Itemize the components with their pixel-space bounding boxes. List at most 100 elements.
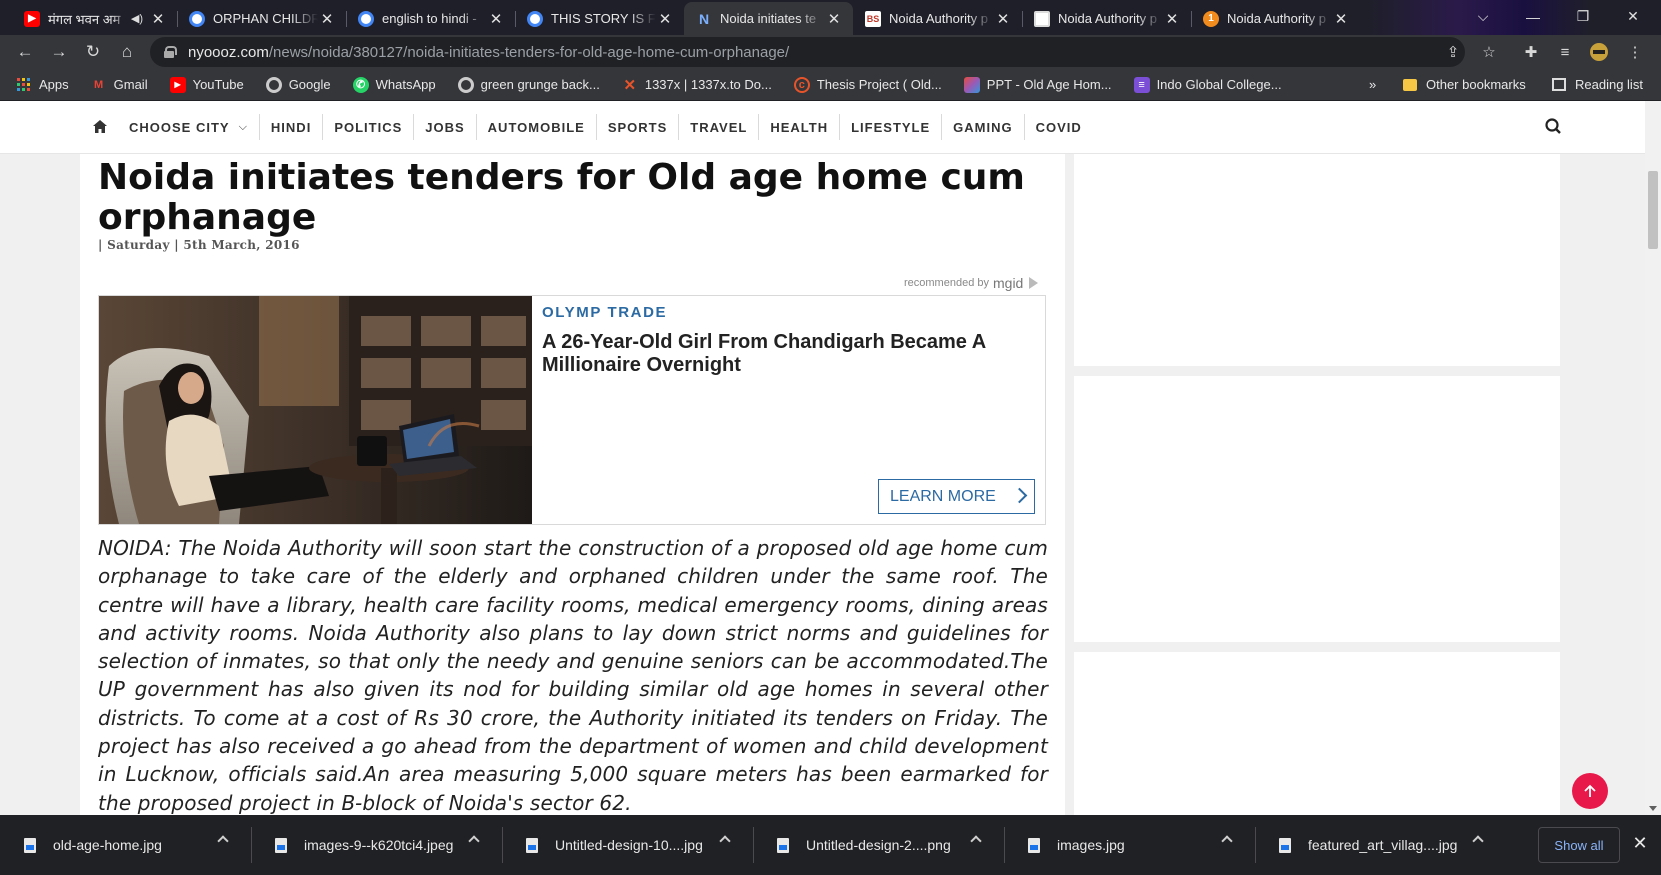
bookmark-gmail[interactable]: M Gmail	[91, 77, 148, 93]
thesis-icon: c	[793, 76, 810, 93]
google-icon	[265, 76, 282, 93]
bookmark-label: Gmail	[113, 77, 148, 92]
address-bar[interactable]: nyoooz.com/news/noida/380127/noida-initi…	[150, 37, 1465, 67]
back-button[interactable]: ←	[8, 37, 42, 67]
learn-more-button[interactable]: LEARN MORE	[878, 479, 1035, 514]
ad-image[interactable]	[99, 296, 532, 524]
menu-kebab-icon[interactable]: ⋮	[1620, 37, 1650, 67]
bookmarks-overflow-button[interactable]: »	[1369, 69, 1376, 100]
gmail-icon: M	[94, 78, 104, 91]
tab-6[interactable]: BS Noida Authority p ✕	[853, 2, 1022, 35]
download-item[interactable]: Untitled-design-2....png	[753, 815, 1004, 875]
bookmark-ppt[interactable]: PPT - Old Age Hom...	[963, 76, 1112, 93]
nav-sports[interactable]: SPORTS	[595, 114, 678, 140]
tab-close-icon[interactable]: ✕	[656, 10, 674, 28]
tab-8[interactable]: 1 Noida Authority p ✕	[1191, 2, 1360, 35]
nav-choose-city[interactable]: CHOOSE CITY ⌵	[118, 114, 259, 140]
ad-headline[interactable]: A 26-Year-Old Girl From Chandigarh Becam…	[542, 331, 1032, 377]
bookmark-google[interactable]: Google	[265, 76, 331, 93]
bookmark-whatsapp[interactable]: ✆ WhatsApp	[352, 76, 436, 93]
chevron-up-icon[interactable]	[217, 835, 229, 847]
tab-7[interactable]: Noida Authority p ✕	[1022, 2, 1191, 35]
bookmark-label: PPT - Old Age Hom...	[986, 77, 1112, 92]
nav-jobs[interactable]: JOBS	[413, 114, 475, 140]
tab-close-icon[interactable]: ✕	[318, 10, 336, 28]
image-file-icon	[275, 837, 287, 853]
tab-title: Noida initiates te	[720, 11, 817, 26]
page-content: Noida initiates tenders for Old age home…	[0, 154, 1645, 815]
scrollbar-thumb[interactable]	[1648, 171, 1658, 249]
profile-avatar[interactable]	[1584, 37, 1614, 67]
tab-close-icon[interactable]: ✕	[994, 10, 1012, 28]
download-item[interactable]: old-age-home.jpg	[0, 815, 251, 875]
image-file-icon	[24, 837, 36, 853]
tab-5-active[interactable]: N Noida initiates te ✕	[684, 2, 853, 35]
nav-politics[interactable]: POLITICS	[322, 114, 413, 140]
restore-button[interactable]: ❐	[1560, 0, 1606, 33]
forward-button[interactable]: →	[42, 37, 76, 67]
tab-close-icon[interactable]: ✕	[1332, 10, 1350, 28]
vertical-scrollbar[interactable]	[1645, 101, 1661, 815]
tab-2[interactable]: ORPHAN CHILDR ✕	[177, 2, 346, 35]
minimize-button[interactable]: —	[1510, 0, 1556, 33]
download-item[interactable]: images-9--k620tci4.jpeg	[251, 815, 502, 875]
bookmark-apps[interactable]: Apps	[16, 77, 69, 93]
home-icon[interactable]	[90, 116, 110, 136]
google-icon	[457, 76, 474, 93]
reload-button[interactable]: ↻	[76, 37, 110, 67]
sidebar-ad-slot-3	[1074, 652, 1560, 815]
bookmarks-bar: Apps M Gmail ▶ YouTube Google ✆ WhatsApp gr…	[0, 69, 1661, 101]
extensions-icon[interactable]: ✚	[1516, 37, 1546, 67]
search-icon[interactable]	[1543, 116, 1565, 138]
ad-attribution[interactable]: recommended by mgid	[904, 275, 1039, 291]
download-item[interactable]: Untitled-design-10....jpg	[502, 815, 753, 875]
bookmark-star-icon[interactable]: ☆	[1474, 37, 1504, 67]
tab-close-icon[interactable]: ✕	[487, 10, 505, 28]
tab-close-icon[interactable]: ✕	[1163, 10, 1181, 28]
download-filename: featured_art_villag....jpg	[1308, 837, 1458, 853]
bookmark-youtube[interactable]: ▶ YouTube	[169, 76, 244, 93]
nav-automobile[interactable]: AUTOMOBILE	[475, 114, 596, 140]
scroll-to-top-button[interactable]	[1572, 773, 1608, 809]
bookmark-indo-global[interactable]: ≡ Indo Global College...	[1133, 76, 1282, 93]
chevron-up-icon[interactable]	[970, 835, 982, 847]
tab-close-icon[interactable]: ✕	[825, 10, 843, 28]
nav-gaming[interactable]: GAMING	[941, 114, 1023, 140]
chevron-up-icon[interactable]	[468, 835, 480, 847]
bookmark-1337x[interactable]: ✕ 1337x | 1337x.to Do...	[622, 77, 772, 94]
bookmark-label: green grunge back...	[480, 77, 600, 92]
download-item[interactable]: images.jpg	[1004, 815, 1255, 875]
scroll-down-arrow[interactable]	[1649, 806, 1657, 811]
show-all-button[interactable]: Show all	[1538, 827, 1620, 863]
tab-4[interactable]: THIS STORY IS FR ✕	[515, 2, 684, 35]
download-filename: images-9--k620tci4.jpeg	[304, 837, 454, 853]
chevron-up-icon[interactable]	[719, 835, 731, 847]
share-icon[interactable]: ⇪	[1438, 37, 1468, 67]
chevron-up-icon[interactable]	[1221, 835, 1233, 847]
media-control-icon[interactable]: ≡	[1550, 37, 1580, 67]
bookmark-thesis[interactable]: c Thesis Project ( Old...	[793, 76, 942, 93]
tab-close-icon[interactable]: ✕	[149, 10, 167, 28]
bookmark-label: Indo Global College...	[1156, 77, 1282, 92]
nav-hindi[interactable]: HINDI	[258, 114, 322, 140]
close-window-button[interactable]: ✕	[1610, 0, 1656, 33]
lock-icon[interactable]	[164, 46, 177, 58]
nav-health[interactable]: HEALTH	[758, 114, 839, 140]
speaker-icon[interactable]: ◀)	[131, 12, 143, 25]
close-icon[interactable]: ✕	[1628, 831, 1652, 855]
other-bookmarks[interactable]: Other bookmarks	[1403, 69, 1526, 100]
reading-list[interactable]: Reading list	[1552, 69, 1643, 100]
nav-travel[interactable]: TRAVEL	[678, 114, 758, 140]
bookmark-green-grunge[interactable]: green grunge back...	[457, 76, 600, 93]
nav-lifestyle[interactable]: LIFESTYLE	[839, 114, 941, 140]
nav-covid[interactable]: COVID	[1023, 114, 1093, 140]
download-item[interactable]: featured_art_villag....jpg	[1255, 815, 1506, 875]
chevron-up-icon[interactable]	[1472, 835, 1484, 847]
home-button[interactable]: ⌂	[110, 37, 144, 67]
tab-1[interactable]: ▶ मंगल भवन अम ◀) ✕	[12, 2, 177, 35]
tab-search-icon[interactable]: ⌵	[1460, 0, 1506, 33]
youtube-icon: ▶	[169, 76, 186, 93]
tab-3[interactable]: english to hindi - ✕	[346, 2, 515, 35]
recommended-by-label: recommended by	[904, 277, 989, 289]
sponsored-ad[interactable]: OLYMP TRADE A 26-Year-Old Girl From Chan…	[98, 295, 1046, 525]
